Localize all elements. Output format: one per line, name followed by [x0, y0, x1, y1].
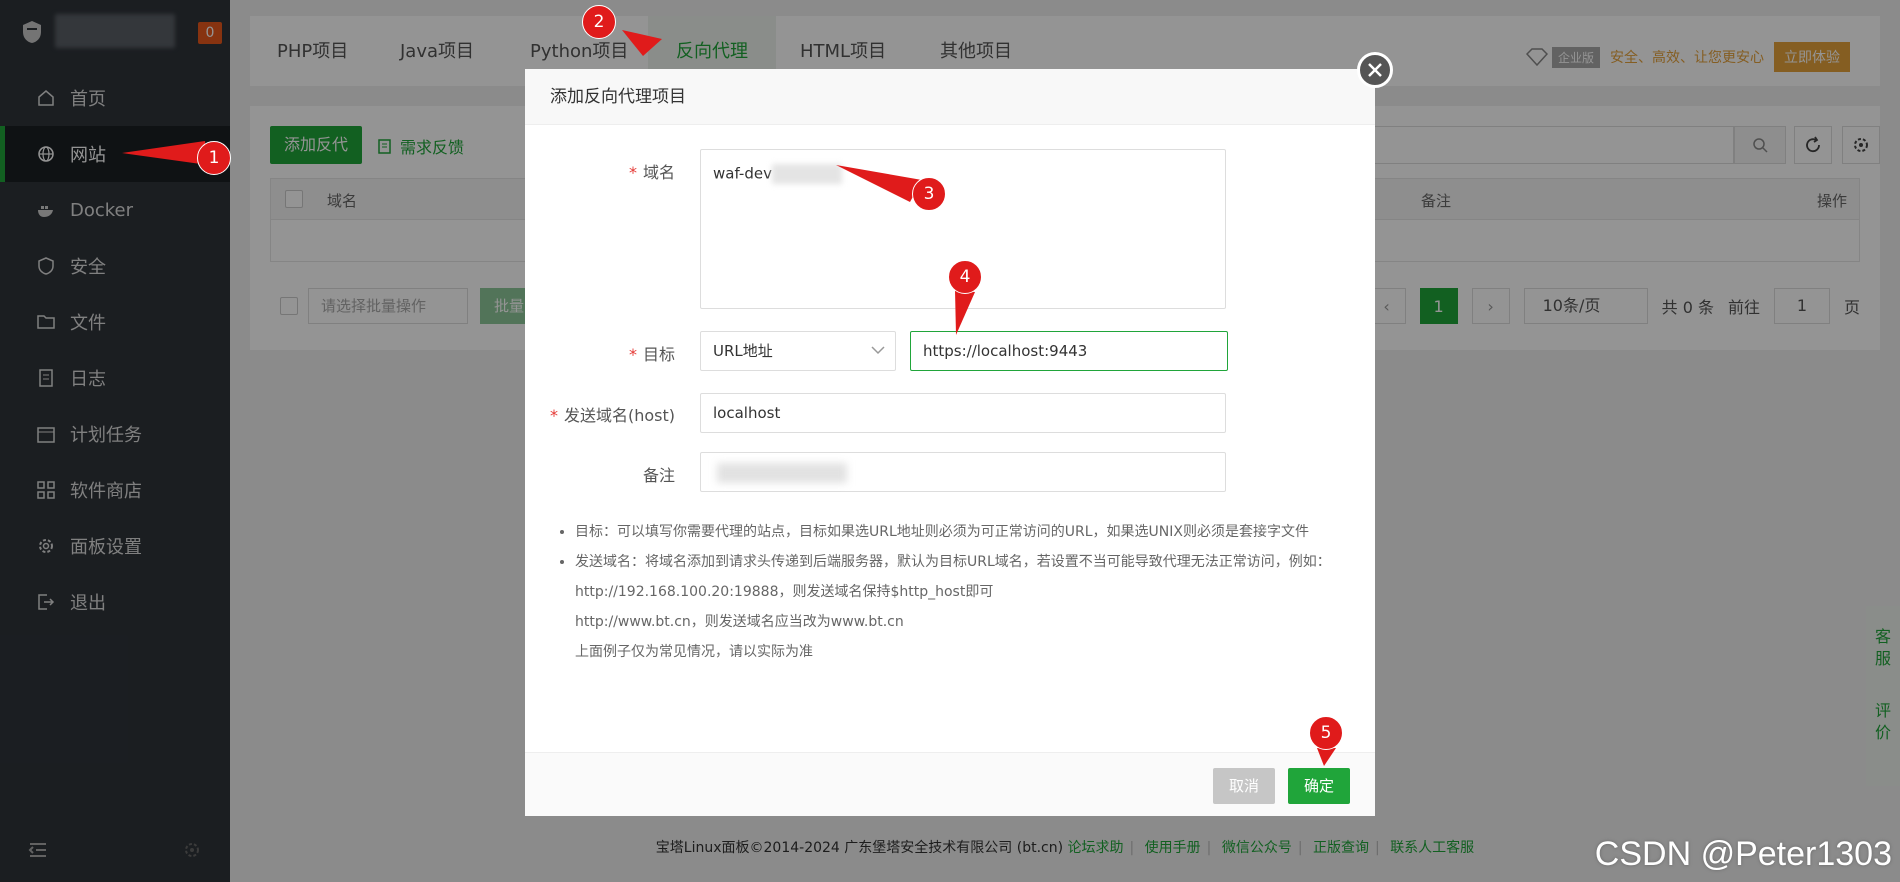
csdn-watermark: CSDN @Peter1303 [1594, 835, 1892, 873]
step-marker-2: 2 [582, 5, 616, 39]
step-marker-3: 3 [912, 177, 946, 211]
arrow-3 [836, 165, 922, 202]
arrow-2 [622, 30, 662, 56]
arrow-1 [122, 141, 208, 165]
step-marker-5: 5 [1309, 716, 1343, 750]
arrow-4 [955, 290, 975, 335]
arrow-5 [1317, 748, 1336, 766]
annotation-arrows [122, 30, 1336, 766]
step-marker-4: 4 [948, 260, 982, 294]
step-marker-1: 1 [197, 141, 231, 175]
